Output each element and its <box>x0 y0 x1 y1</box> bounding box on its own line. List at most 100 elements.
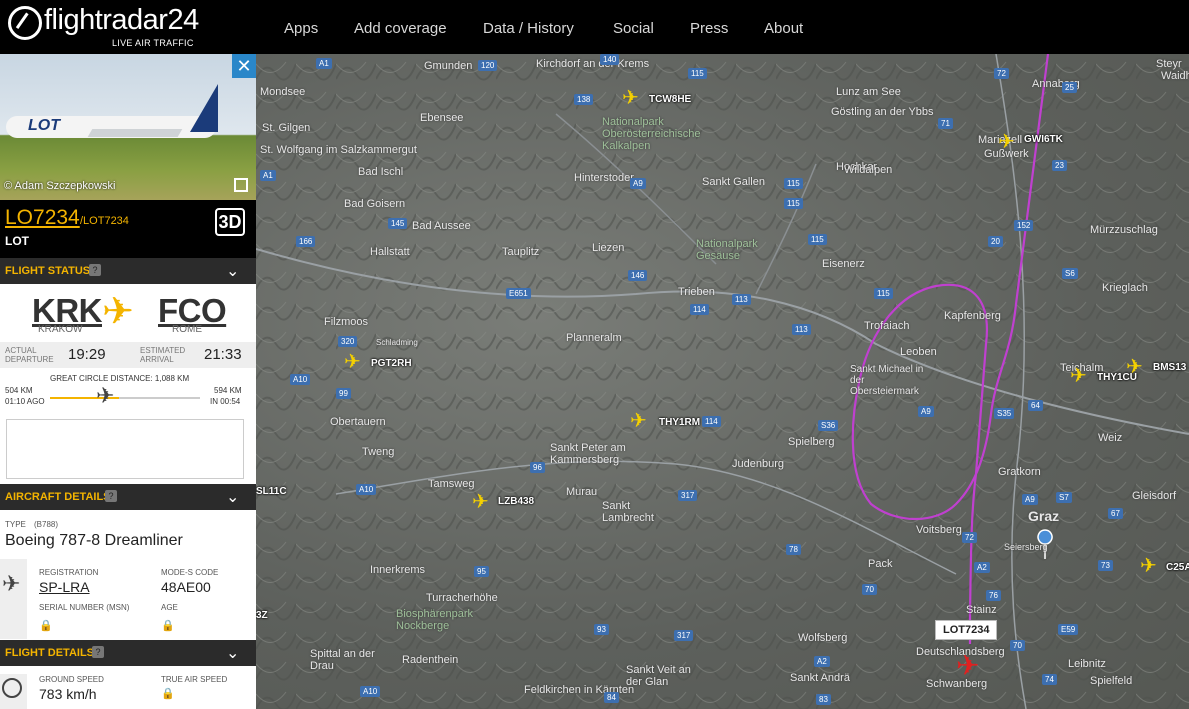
nav-add-coverage[interactable]: Add coverage <box>354 20 447 37</box>
ad-box <box>6 419 244 479</box>
aircraft-callsign[interactable]: TCW8HE <box>649 94 691 105</box>
photo-credit[interactable]: © Adam Szczepkowski <box>4 180 115 192</box>
section-title: FLIGHT STATUS <box>5 265 91 277</box>
lock-icon[interactable]: 🔒 <box>39 619 53 632</box>
map-label: Judenburg <box>732 458 784 470</box>
road-badge: 317 <box>674 630 694 641</box>
origin-city: KRAKOW <box>38 324 83 335</box>
road-badge: A9 <box>630 178 646 189</box>
great-circle-distance: GREAT CIRCLE DISTANCE: 1,088 KM <box>50 374 190 383</box>
flight-callsign: /LOT7234 <box>80 215 129 227</box>
aircraft-callsign[interactable]: GWI6TK <box>1024 134 1063 145</box>
map-label: Eisenerz <box>822 258 865 270</box>
road-badge: A1 <box>316 58 332 69</box>
aircraft-callsign[interactable]: BMS13 <box>1153 362 1186 373</box>
road-badge: 152 <box>1014 220 1034 231</box>
map-label: Krieglach <box>1102 282 1148 294</box>
nav-press[interactable]: Press <box>690 20 728 37</box>
aircraft-callsign[interactable]: C25A <box>1166 562 1189 573</box>
map-label: Mürzzuschlag <box>1090 224 1158 236</box>
road-badge: A10 <box>360 686 381 697</box>
help-icon[interactable]: ? <box>92 646 104 658</box>
top-navbar: flightradar24 LIVE AIR TRAFFIC Apps Add … <box>0 0 1189 54</box>
departure-time: 19:29 <box>68 346 106 363</box>
map-label: Kirchdorf an der Krems <box>536 58 650 70</box>
road-badge: 70 <box>1010 640 1025 651</box>
road-badge: 138 <box>574 94 594 105</box>
map-label: Spielfeld <box>1090 675 1133 687</box>
lock-icon[interactable]: 🔒 <box>161 687 175 700</box>
help-icon[interactable]: ? <box>105 490 117 502</box>
road-badge: A9 <box>918 406 934 417</box>
aircraft-marker-icon[interactable]: ✈ <box>344 352 361 372</box>
aircraft-callsign[interactable]: 3Z <box>256 610 268 621</box>
speedometer-icon-bg <box>0 674 27 709</box>
flight-status-header[interactable]: FLIGHT STATUS ? ⌄ <box>0 258 256 284</box>
map-label: Göstling an der Ybbs <box>831 106 934 118</box>
map-label: Ebensee <box>420 112 464 124</box>
logo-wordmark: flightradar24 <box>44 4 199 36</box>
flight-map[interactable]: Mondsee Gmunden Kirchdorf an der Krems S… <box>256 54 1189 709</box>
flown-distance: 504 KM <box>5 386 33 395</box>
lock-icon[interactable]: 🔒 <box>161 619 175 632</box>
chevron-down-icon[interactable]: ⌄ <box>226 261 239 281</box>
flight-number[interactable]: LO7234 <box>5 206 80 230</box>
chevron-down-icon[interactable]: ⌄ <box>226 487 239 507</box>
map-label: Gleisdorf <box>1132 490 1177 502</box>
nav-about[interactable]: About <box>764 20 803 37</box>
flightradar24-logo[interactable]: flightradar24 LIVE AIR TRAFFIC <box>8 4 208 50</box>
nav-apps[interactable]: Apps <box>284 20 318 37</box>
aircraft-silhouette-icon-bg: ✈ <box>0 559 27 639</box>
ground-speed-label: GROUND SPEED <box>39 675 104 684</box>
flight-header: LO7234 /LOT7234 LOT 3D <box>0 200 256 258</box>
help-icon[interactable]: ? <box>89 264 101 276</box>
aircraft-marker-icon[interactable]: ✈ <box>1070 366 1087 386</box>
chevron-down-icon[interactable]: ⌄ <box>226 643 239 663</box>
map-label: Tauplitz <box>502 246 540 258</box>
road-badge: 73 <box>1098 560 1113 571</box>
view-3d-button[interactable]: 3D <box>215 208 245 236</box>
arrival-label-2: ARRIVAL <box>140 355 174 364</box>
aircraft-marker-icon[interactable]: ✈ <box>1140 556 1157 576</box>
selected-aircraft-icon[interactable]: ✈ <box>956 652 979 680</box>
msn-label: SERIAL NUMBER (MSN) <box>39 603 130 612</box>
photo-livery: LOT <box>28 117 60 134</box>
aircraft-callsign[interactable]: SL11C <box>256 486 287 497</box>
map-label: Schladming <box>376 338 418 347</box>
road-badge: 120 <box>478 60 498 71</box>
road-badge: 115 <box>784 178 803 189</box>
map-label: Mondsee <box>260 86 306 98</box>
close-panel-button[interactable]: ✕ <box>232 54 256 78</box>
ground-speed-value: 783 km/h <box>39 686 97 702</box>
section-title: AIRCRAFT DETAILS <box>5 491 111 503</box>
progress-plane-icon: ✈ <box>96 383 115 408</box>
aircraft-marker-icon[interactable]: ✈ <box>472 492 489 512</box>
expand-photo-icon[interactable] <box>234 178 248 192</box>
map-label: Stainz <box>966 604 997 616</box>
map-label: Graz <box>1028 508 1060 524</box>
road-badge: 72 <box>994 68 1009 79</box>
map-label: Gratkorn <box>998 466 1041 478</box>
road-badge: 78 <box>786 544 801 555</box>
road-badge: 83 <box>816 694 831 705</box>
aircraft-callsign[interactable]: LZB438 <box>498 496 534 507</box>
aircraft-marker-icon[interactable]: ✈ <box>998 132 1015 152</box>
flight-progress-bar <box>50 397 200 399</box>
aircraft-marker-icon[interactable]: ✈ <box>1126 357 1143 377</box>
aircraft-marker-icon[interactable]: ✈ <box>622 88 639 108</box>
registration-value[interactable]: SP-LRA <box>39 579 90 595</box>
aircraft-details-header[interactable]: AIRCRAFT DETAILS ? ⌄ <box>0 484 256 510</box>
road-badge: 67 <box>1108 508 1123 519</box>
aircraft-callsign[interactable]: PGT2RH <box>371 358 412 369</box>
selected-aircraft-label[interactable]: LOT7234 <box>935 620 998 640</box>
aircraft-photo[interactable]: LOT ✕ © Adam Szczepkowski <box>0 54 256 200</box>
nav-social[interactable]: Social <box>613 20 654 37</box>
aircraft-callsign[interactable]: THY1RM <box>659 417 700 428</box>
flight-details-header[interactable]: FLIGHT DETAILS ? ⌄ <box>0 640 256 666</box>
map-label: Leibnitz <box>1068 658 1106 670</box>
road-badge: 96 <box>530 462 545 473</box>
map-label: Hinterstoder <box>574 172 634 184</box>
road-badge: A9 <box>1022 494 1038 505</box>
aircraft-marker-icon[interactable]: ✈ <box>630 411 647 431</box>
nav-data-history[interactable]: Data / History <box>483 20 574 37</box>
